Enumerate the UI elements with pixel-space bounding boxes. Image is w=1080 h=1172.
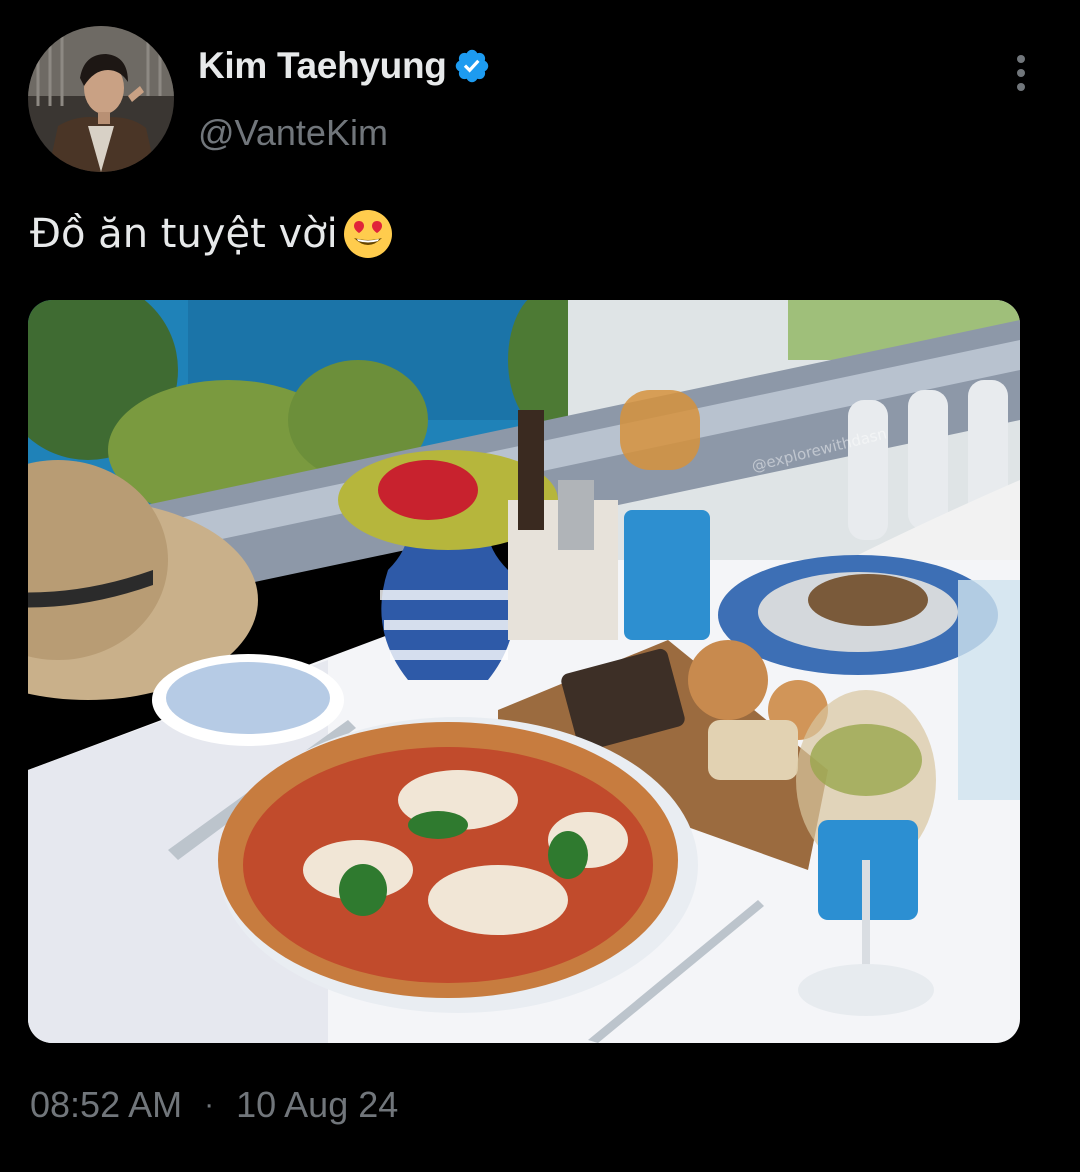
more-options-button[interactable] xyxy=(1000,50,1042,96)
author-display-name[interactable]: Kim Taehyung xyxy=(198,45,447,87)
tweet-time[interactable]: 08:52 AM xyxy=(30,1084,182,1126)
tweet-timestamp: 08:52 AM · 10 Aug 24 xyxy=(30,1084,398,1126)
meta-separator: · xyxy=(204,1088,215,1121)
author-handle[interactable]: @VanteKim xyxy=(198,112,388,154)
more-dot-icon xyxy=(1017,69,1025,77)
verified-badge-icon[interactable] xyxy=(453,47,491,85)
tweet-photo[interactable]: @explorewithdasn xyxy=(28,300,1020,1043)
heart-eyes-emoji-icon xyxy=(343,210,392,258)
tweet-text: Đồ ăn tuyệt vời xyxy=(30,208,394,260)
profile-photo-icon xyxy=(28,26,174,172)
tweet-text-content: Đồ ăn tuyệt vời xyxy=(30,211,338,257)
tweet-date[interactable]: 10 Aug 24 xyxy=(236,1084,398,1126)
more-dot-icon xyxy=(1017,83,1025,91)
author-name-row: Kim Taehyung xyxy=(198,45,491,87)
pizza-photo-icon: @explorewithdasn xyxy=(28,300,1020,1043)
author-avatar[interactable] xyxy=(28,26,174,172)
more-dot-icon xyxy=(1017,55,1025,63)
